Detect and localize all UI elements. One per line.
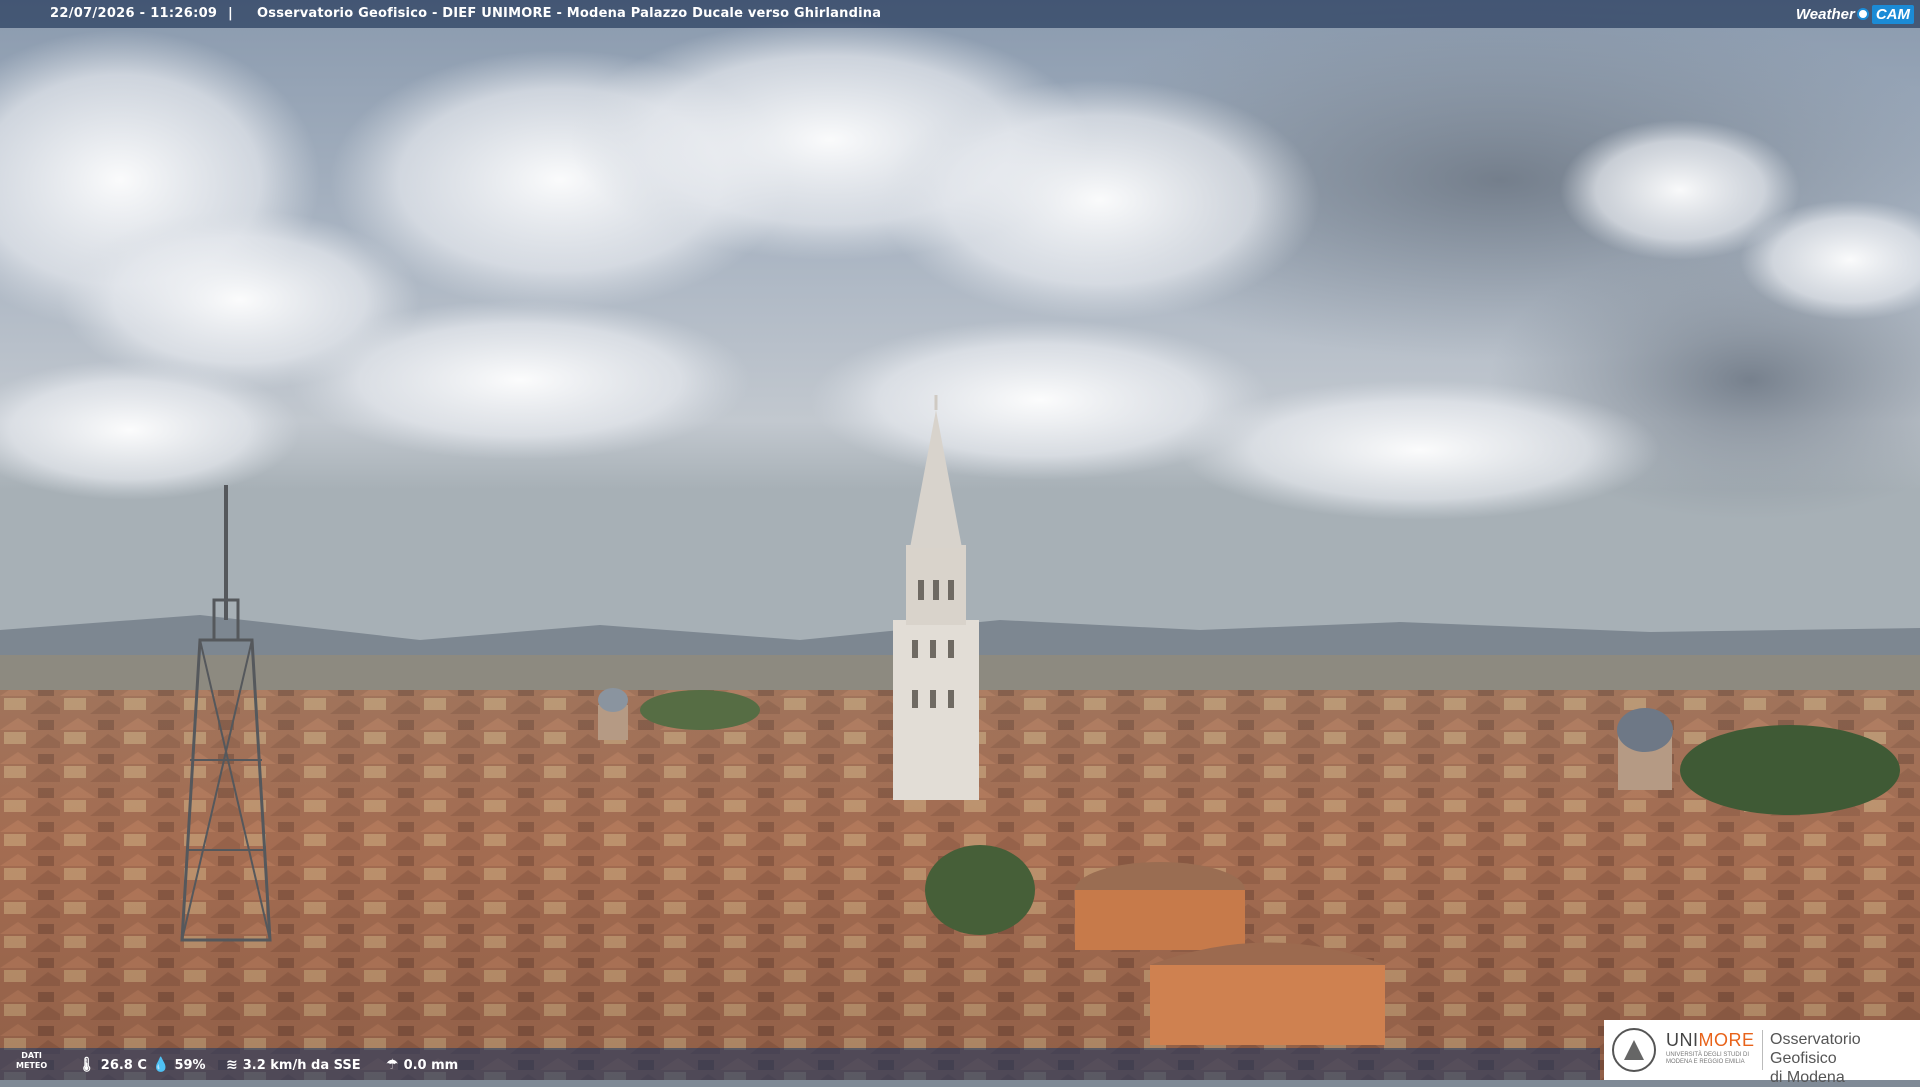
rain-reading: ☂ 0.0 mm [386, 1057, 459, 1073]
header-separator: | [228, 6, 233, 21]
observatory-name: Osservatorio Geofisico di Modena [1770, 1031, 1861, 1086]
weather-data-label: DATI METEO [16, 1051, 48, 1070]
weathercam-dot-icon [1856, 8, 1869, 20]
weather-data-bar: DATI METEO 🌡 26.8 C 💧 59% ≋ 3.2 km/h da … [0, 1048, 1600, 1080]
webcam-scene [0, 0, 1920, 1080]
rain-icon: ☂ [386, 1057, 399, 1073]
humidity-reading: 💧 59% [152, 1057, 206, 1073]
thermometer-icon: 🌡 [78, 1057, 96, 1073]
dome-right [1617, 708, 1673, 790]
humidity-drop-icon: 💧 [152, 1057, 170, 1073]
unimore-logo: UNIMORE UNIVERSITÀ DEGLI STUDI DI MODENA… [1604, 1020, 1920, 1086]
unimore-subtitle: UNIVERSITÀ DEGLI STUDI DI MODENA E REGGI… [1666, 1052, 1750, 1065]
wind-icon: ≋ [226, 1057, 238, 1073]
weathercam-weather-text: Weather [1795, 5, 1855, 23]
unimore-seal-icon [1612, 1028, 1656, 1072]
timestamp: 22/07/2026 - 11:26:09 [50, 6, 218, 21]
unimore-wordmark: UNIMORE [1666, 1030, 1755, 1050]
dome-left [598, 688, 628, 740]
weathercam-logo: Weather CAM [1796, 3, 1914, 25]
weathercam-cam-text: CAM [1871, 4, 1914, 24]
header-bar: 22/07/2026 - 11:26:09 | Osservatorio Geo… [0, 0, 1920, 28]
temperature-reading: 🌡 26.8 C [78, 1057, 147, 1073]
logo-divider [1762, 1030, 1763, 1070]
location-title: Osservatorio Geofisico - DIEF UNIMORE - … [257, 6, 882, 21]
wind-reading: ≋ 3.2 km/h da SSE [226, 1057, 361, 1073]
